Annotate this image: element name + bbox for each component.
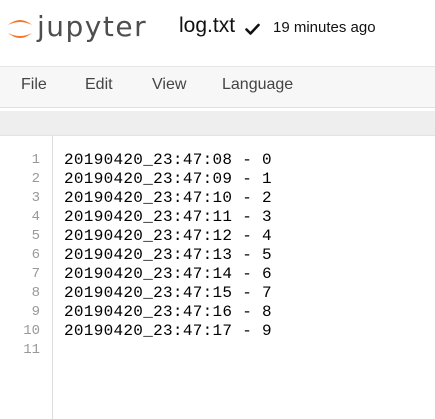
code-line[interactable]: 20190420_23:47:15 - 7: [64, 284, 272, 303]
jupyter-text-editor: jupyter log.txt 19 minutes ago File Edit…: [0, 0, 435, 419]
line-number: 7: [31, 266, 40, 282]
code-line[interactable]: 20190420_23:47:11 - 3: [64, 208, 272, 227]
code-line[interactable]: 20190420_23:47:17 - 9: [64, 322, 272, 341]
code-line[interactable]: 20190420_23:47:10 - 2: [64, 189, 272, 208]
code-line[interactable]: 20190420_23:47:13 - 5: [64, 246, 272, 265]
line-number: 3: [31, 190, 40, 206]
header: jupyter log.txt 19 minutes ago: [0, 0, 435, 66]
line-number: 2: [31, 171, 40, 187]
menu-file[interactable]: File: [21, 76, 47, 94]
menu-language[interactable]: Language: [222, 76, 293, 94]
line-number: 6: [31, 247, 40, 263]
code-line[interactable]: 20190420_23:47:08 - 0: [64, 151, 272, 170]
line-number: 5: [31, 228, 40, 244]
code-line[interactable]: 20190420_23:47:09 - 1: [64, 170, 272, 189]
code-line[interactable]: 20190420_23:47:16 - 8: [64, 303, 272, 322]
line-number: 10: [23, 323, 40, 339]
code-line[interactable]: 20190420_23:47:12 - 4: [64, 227, 272, 246]
line-number: 9: [31, 304, 40, 320]
line-number: 11: [23, 342, 40, 358]
code-line[interactable]: 20190420_23:47:14 - 6: [64, 265, 272, 284]
line-number: 4: [31, 209, 40, 225]
line-number: 8: [31, 285, 40, 301]
toolbar: [0, 111, 435, 136]
brand-name[interactable]: jupyter: [37, 10, 147, 43]
jupyter-logo-icon[interactable]: [5, 14, 35, 44]
line-number-gutter: 1 2 3 4 5 6 7 8 9 10 11: [0, 136, 53, 419]
last-saved-status: 19 minutes ago: [273, 19, 376, 36]
file-name[interactable]: log.txt: [179, 14, 235, 38]
line-number: 1: [31, 152, 40, 168]
menu-edit[interactable]: Edit: [85, 76, 113, 94]
text-editor[interactable]: 1 2 3 4 5 6 7 8 9 10 11 20190420_23:47:0…: [0, 136, 435, 419]
menubar: File Edit View Language: [0, 66, 435, 108]
checkmark-icon: [245, 23, 260, 35]
menu-view[interactable]: View: [152, 76, 186, 94]
